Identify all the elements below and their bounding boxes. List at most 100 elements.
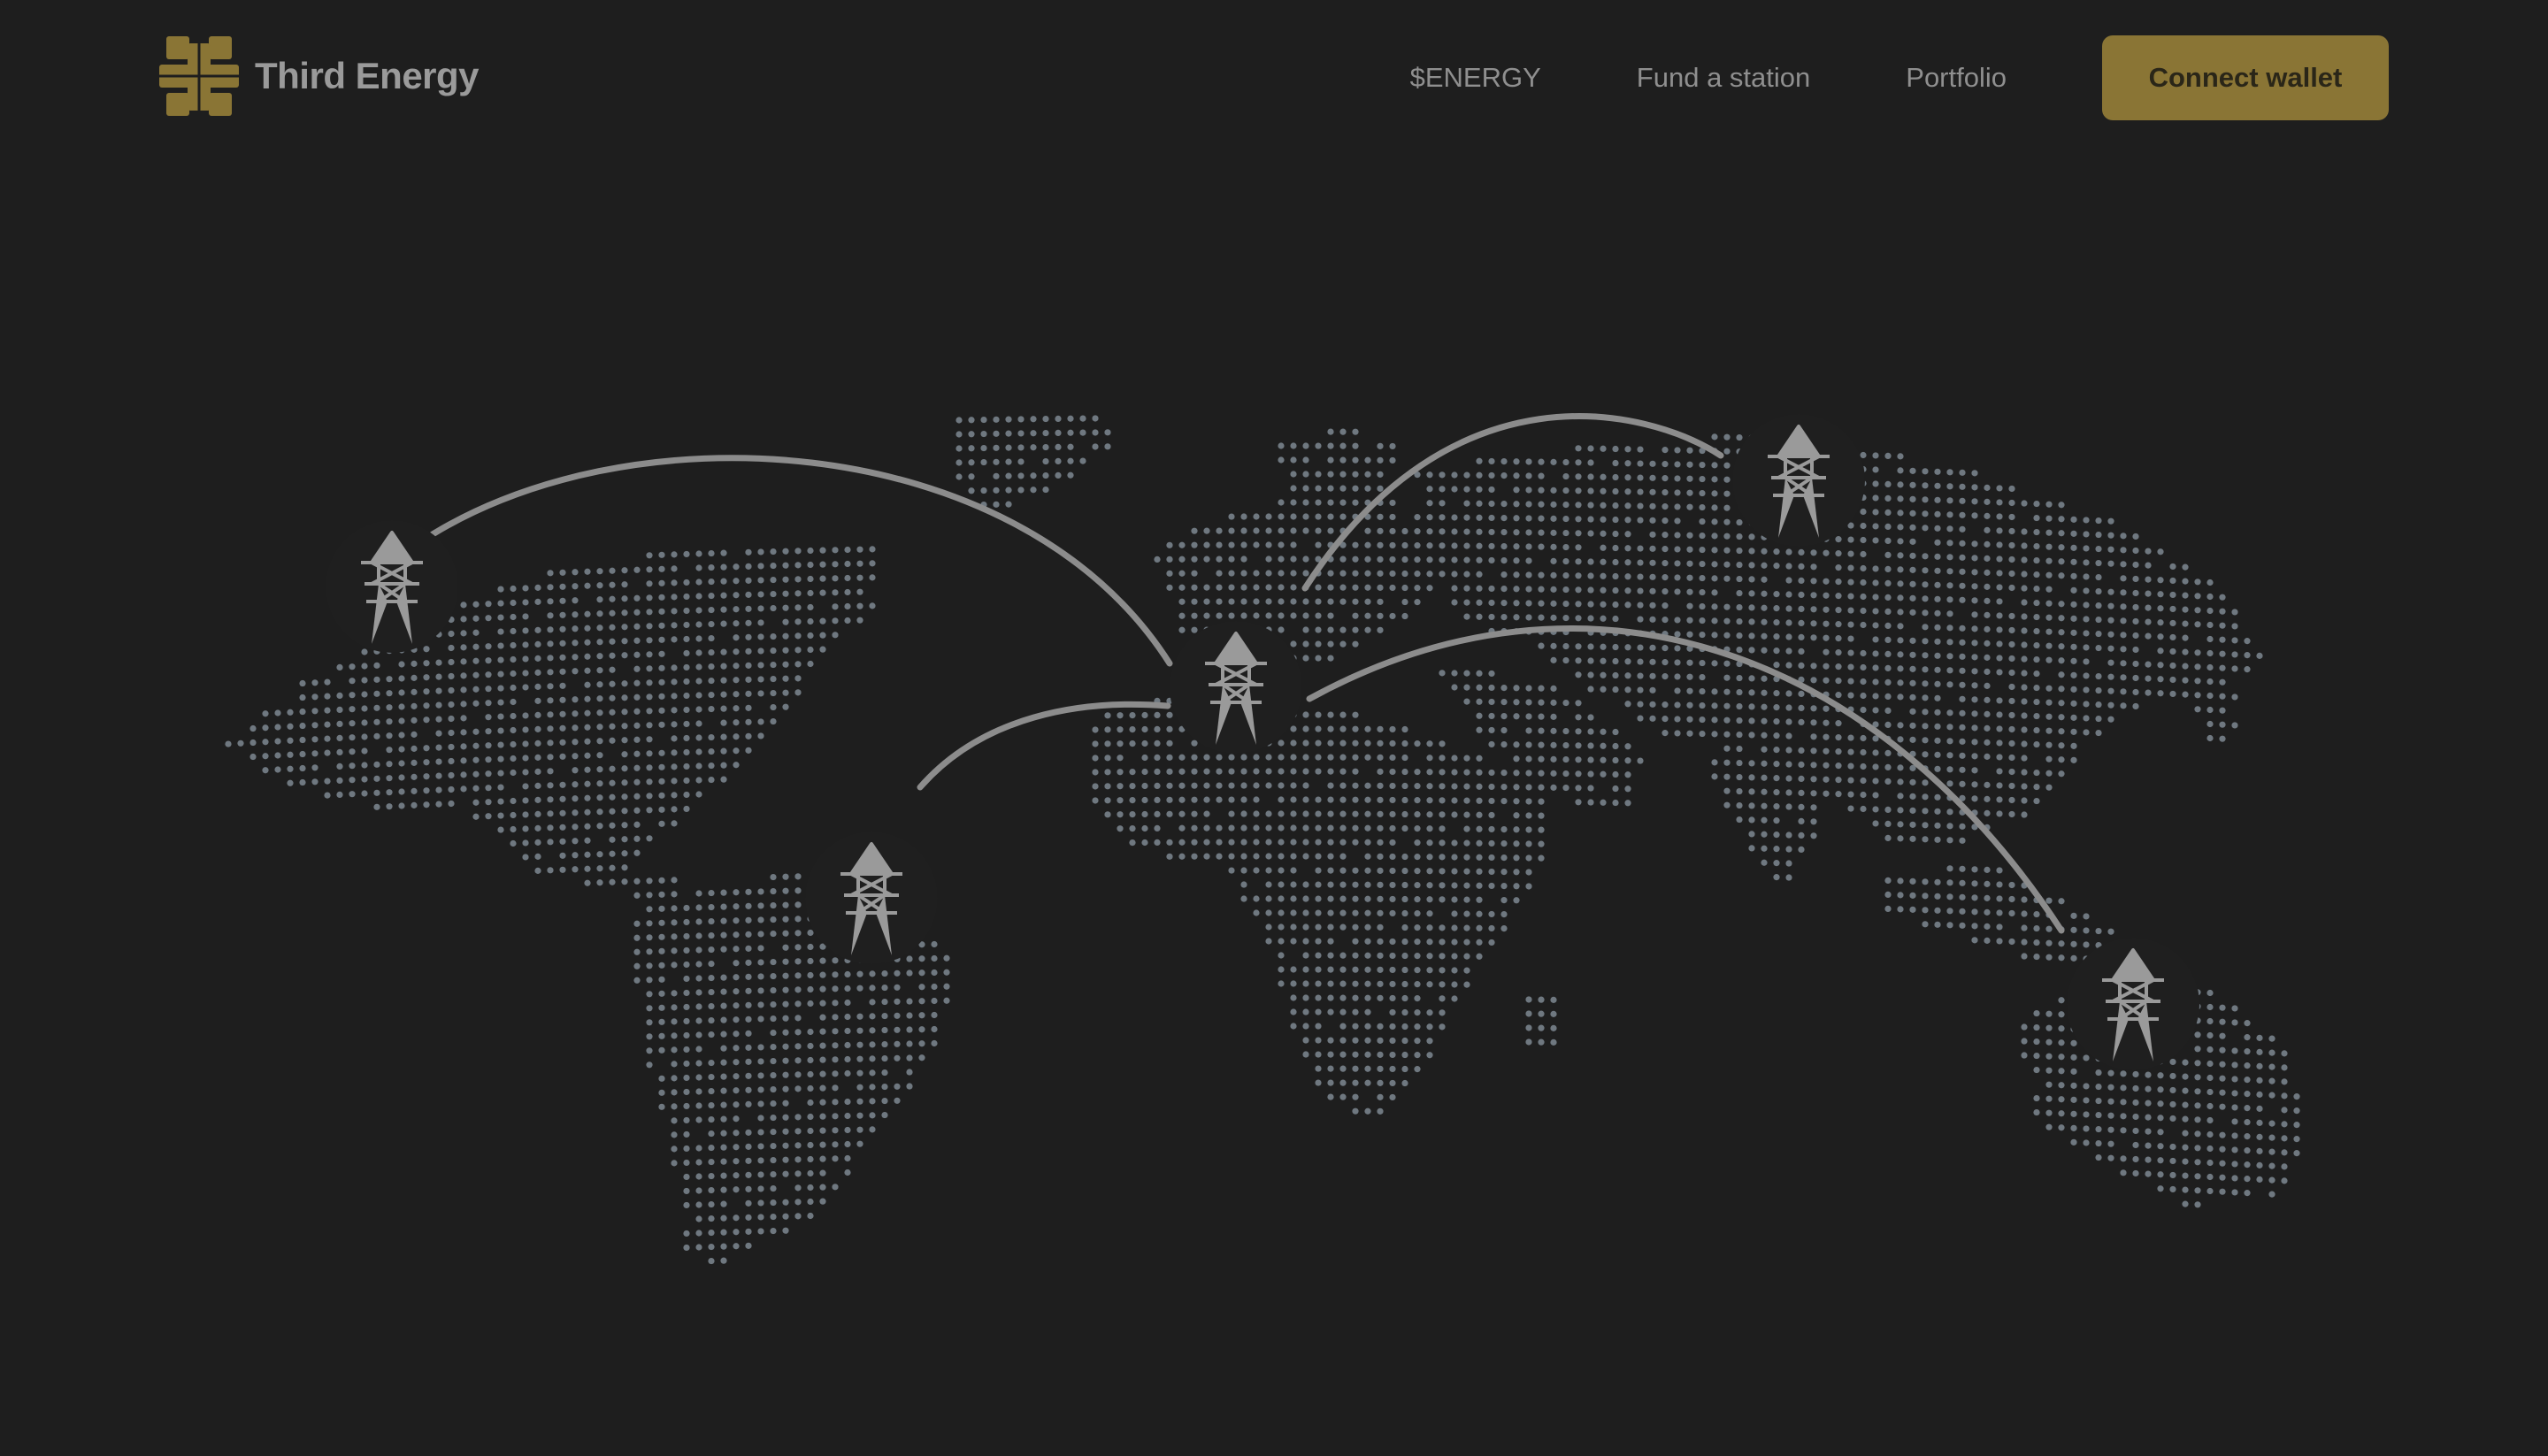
map-dot xyxy=(1959,695,1966,702)
station-north-america[interactable] xyxy=(326,520,458,653)
map-dot xyxy=(646,948,653,955)
map-dot xyxy=(510,726,517,734)
map-dot xyxy=(1909,566,1916,573)
map-dot xyxy=(1476,868,1483,875)
map-dot xyxy=(1488,882,1495,890)
map-dot xyxy=(1971,923,1978,930)
station-asia[interactable] xyxy=(1732,414,1865,547)
map-dot xyxy=(1686,673,1693,680)
map-dot xyxy=(733,747,740,755)
map-dot xyxy=(373,690,380,697)
nav-energy-token[interactable]: $ENERGY xyxy=(1410,62,1541,94)
map-dot xyxy=(448,785,455,793)
map-dot xyxy=(757,619,764,626)
map-dot xyxy=(1860,706,1867,714)
map-dot xyxy=(1686,503,1693,510)
map-dot xyxy=(547,669,554,676)
map-dot xyxy=(1389,442,1396,450)
map-dot xyxy=(534,839,541,846)
map-dot xyxy=(1773,662,1780,669)
map-dot xyxy=(1352,612,1359,619)
map-dot xyxy=(1030,472,1037,479)
map-dot xyxy=(522,684,529,691)
map-dot xyxy=(1946,554,1953,561)
map-dot xyxy=(2145,618,2152,625)
map-dot xyxy=(658,565,665,572)
map-dot xyxy=(1339,1051,1347,1058)
map-dot xyxy=(1278,824,1285,831)
map-dot xyxy=(547,584,554,591)
map-dot xyxy=(1723,575,1731,582)
map-dot xyxy=(1550,543,1557,550)
map-dot xyxy=(671,763,678,770)
map-dot xyxy=(1810,705,1817,712)
map-dot xyxy=(1364,895,1371,902)
map-dot xyxy=(534,711,541,718)
map-dot xyxy=(733,592,740,599)
map-dot xyxy=(869,985,876,992)
map-dot xyxy=(733,903,740,910)
map-dot xyxy=(1699,517,1706,525)
map-dot xyxy=(1117,712,1124,719)
nav-portfolio[interactable]: Portfolio xyxy=(1906,62,2007,94)
map-dot xyxy=(1092,726,1099,733)
map-dot xyxy=(1463,500,1470,507)
map-dot xyxy=(1017,444,1025,451)
map-dot xyxy=(534,640,541,648)
map-dot xyxy=(2194,607,2201,614)
map-dot xyxy=(720,578,727,585)
map-dot xyxy=(1835,621,1842,628)
map-dot xyxy=(1414,882,1421,889)
map-dot xyxy=(2083,517,2090,524)
map-dot xyxy=(2095,927,2102,935)
map-dot xyxy=(2008,768,2015,776)
map-dot xyxy=(1562,727,1569,735)
map-dot xyxy=(1884,494,1892,502)
map-dot xyxy=(894,984,901,991)
connect-wallet-button[interactable]: Connect wallet xyxy=(2102,35,2389,120)
map-dot xyxy=(1587,516,1594,523)
map-dot xyxy=(1030,430,1037,437)
map-dot xyxy=(435,673,442,680)
map-dot xyxy=(695,1173,702,1180)
map-dot xyxy=(1649,658,1656,665)
map-dot xyxy=(1463,910,1470,917)
map-dot xyxy=(448,729,455,737)
map-dot xyxy=(1538,1024,1545,1031)
map-dot xyxy=(423,717,430,724)
map-dot xyxy=(1773,619,1780,626)
map-dot xyxy=(472,728,480,735)
station-europe[interactable] xyxy=(1170,621,1302,754)
map-dot xyxy=(1240,612,1247,619)
map-dot xyxy=(2045,614,2053,621)
map-dot xyxy=(2045,939,2053,946)
map-dot xyxy=(695,1244,702,1251)
map-dot xyxy=(819,617,826,625)
map-dot xyxy=(1810,790,1817,797)
nav-fund-station[interactable]: Fund a station xyxy=(1637,62,1810,94)
map-dot xyxy=(1339,1065,1347,1072)
map-dot xyxy=(745,987,752,994)
brand-logo[interactable]: Third Energy xyxy=(157,34,480,119)
station-australia[interactable] xyxy=(2067,938,2199,1070)
map-dot xyxy=(1352,881,1359,888)
station-south-america[interactable] xyxy=(805,831,938,964)
map-dot xyxy=(1711,518,1718,525)
map-dot xyxy=(2083,701,2090,708)
map-dot xyxy=(807,1000,814,1008)
map-dot xyxy=(1860,734,1867,742)
map-dot xyxy=(2045,713,2053,720)
map-dot xyxy=(1278,556,1285,563)
map-dot xyxy=(1575,558,1582,565)
map-dot xyxy=(2268,1162,2276,1169)
map-dot xyxy=(559,724,566,732)
map-dot xyxy=(1587,487,1594,494)
map-dot xyxy=(1253,895,1260,902)
map-dot xyxy=(2206,607,2214,615)
map-dot xyxy=(1662,716,1669,723)
map-dot xyxy=(274,766,281,773)
map-dot xyxy=(1302,782,1309,789)
map-dot xyxy=(1884,834,1892,841)
map-dot xyxy=(1922,680,1929,687)
map-dot xyxy=(621,638,628,645)
